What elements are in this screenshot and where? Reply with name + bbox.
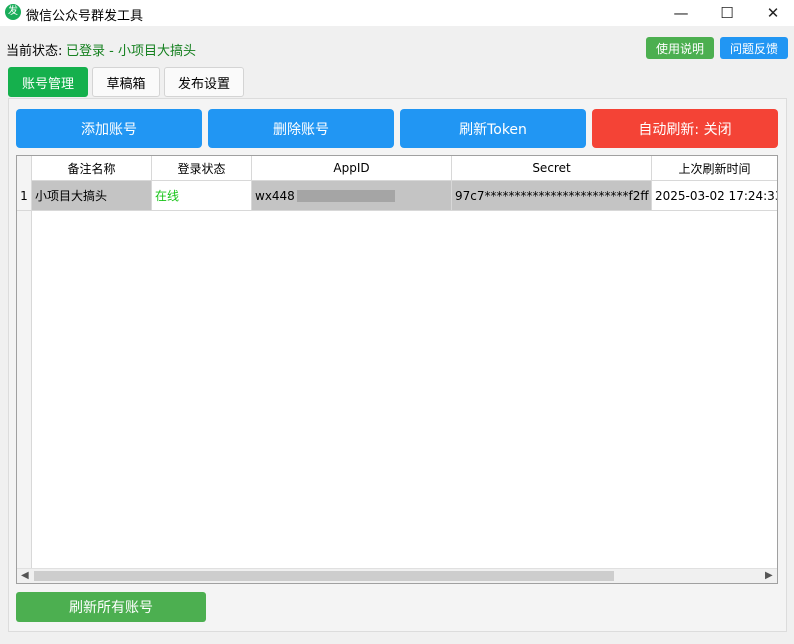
app-icon: 发: [5, 4, 21, 20]
feedback-button[interactable]: 问题反馈: [720, 37, 788, 59]
column-header-appid[interactable]: AppID: [252, 156, 452, 181]
refresh-all-accounts-button[interactable]: 刷新所有账号: [16, 592, 206, 622]
window-title: 微信公众号群发工具: [26, 9, 144, 24]
help-button[interactable]: 使用说明: [646, 37, 714, 59]
status-label: 当前状态:: [6, 44, 63, 59]
tab-drafts[interactable]: 草稿箱: [92, 67, 160, 97]
redacted-block: [296, 189, 395, 202]
column-header-status[interactable]: 登录状态: [152, 156, 252, 181]
title-bar: 发 微信公众号群发工具 — ☐ ✕: [0, 0, 794, 26]
maximize-button[interactable]: ☐: [704, 0, 750, 26]
horizontal-scrollbar[interactable]: ◀ ▶: [17, 568, 777, 583]
column-header-last-refresh[interactable]: 上次刷新时间: [652, 156, 777, 181]
minimize-button[interactable]: —: [658, 0, 704, 26]
tab-publish-settings[interactable]: 发布设置: [164, 67, 244, 97]
status-value: 已登录 - 小项目大搞头: [66, 44, 196, 59]
row-header-column: [17, 156, 32, 583]
delete-account-button[interactable]: 删除账号: [208, 109, 394, 148]
scroll-right-icon[interactable]: ▶: [765, 569, 773, 583]
add-account-button[interactable]: 添加账号: [16, 109, 202, 148]
refresh-token-button[interactable]: 刷新Token: [400, 109, 586, 148]
scrollbar-thumb[interactable]: [34, 571, 614, 581]
tab-account-management[interactable]: 账号管理: [8, 67, 88, 97]
cell-status[interactable]: 在线: [152, 181, 252, 211]
column-header-name[interactable]: 备注名称: [32, 156, 152, 181]
column-header-secret[interactable]: Secret: [452, 156, 652, 181]
cell-secret[interactable]: 97c7************************f2ff: [452, 181, 652, 211]
cell-appid[interactable]: wx448: [252, 181, 452, 211]
auto-refresh-button[interactable]: 自动刷新: 关闭: [592, 109, 778, 148]
close-button[interactable]: ✕: [750, 0, 794, 26]
accounts-table[interactable]: 备注名称 登录状态 AppID Secret 上次刷新时间 1 小项目大搞头 在…: [16, 155, 778, 584]
scroll-left-icon[interactable]: ◀: [21, 569, 29, 583]
cell-name[interactable]: 小项目大搞头: [32, 181, 152, 211]
appid-text: wx448: [255, 188, 295, 203]
cell-last-refresh[interactable]: 2025-03-02 17:24:33: [652, 181, 777, 211]
row-number: 1: [17, 181, 32, 211]
